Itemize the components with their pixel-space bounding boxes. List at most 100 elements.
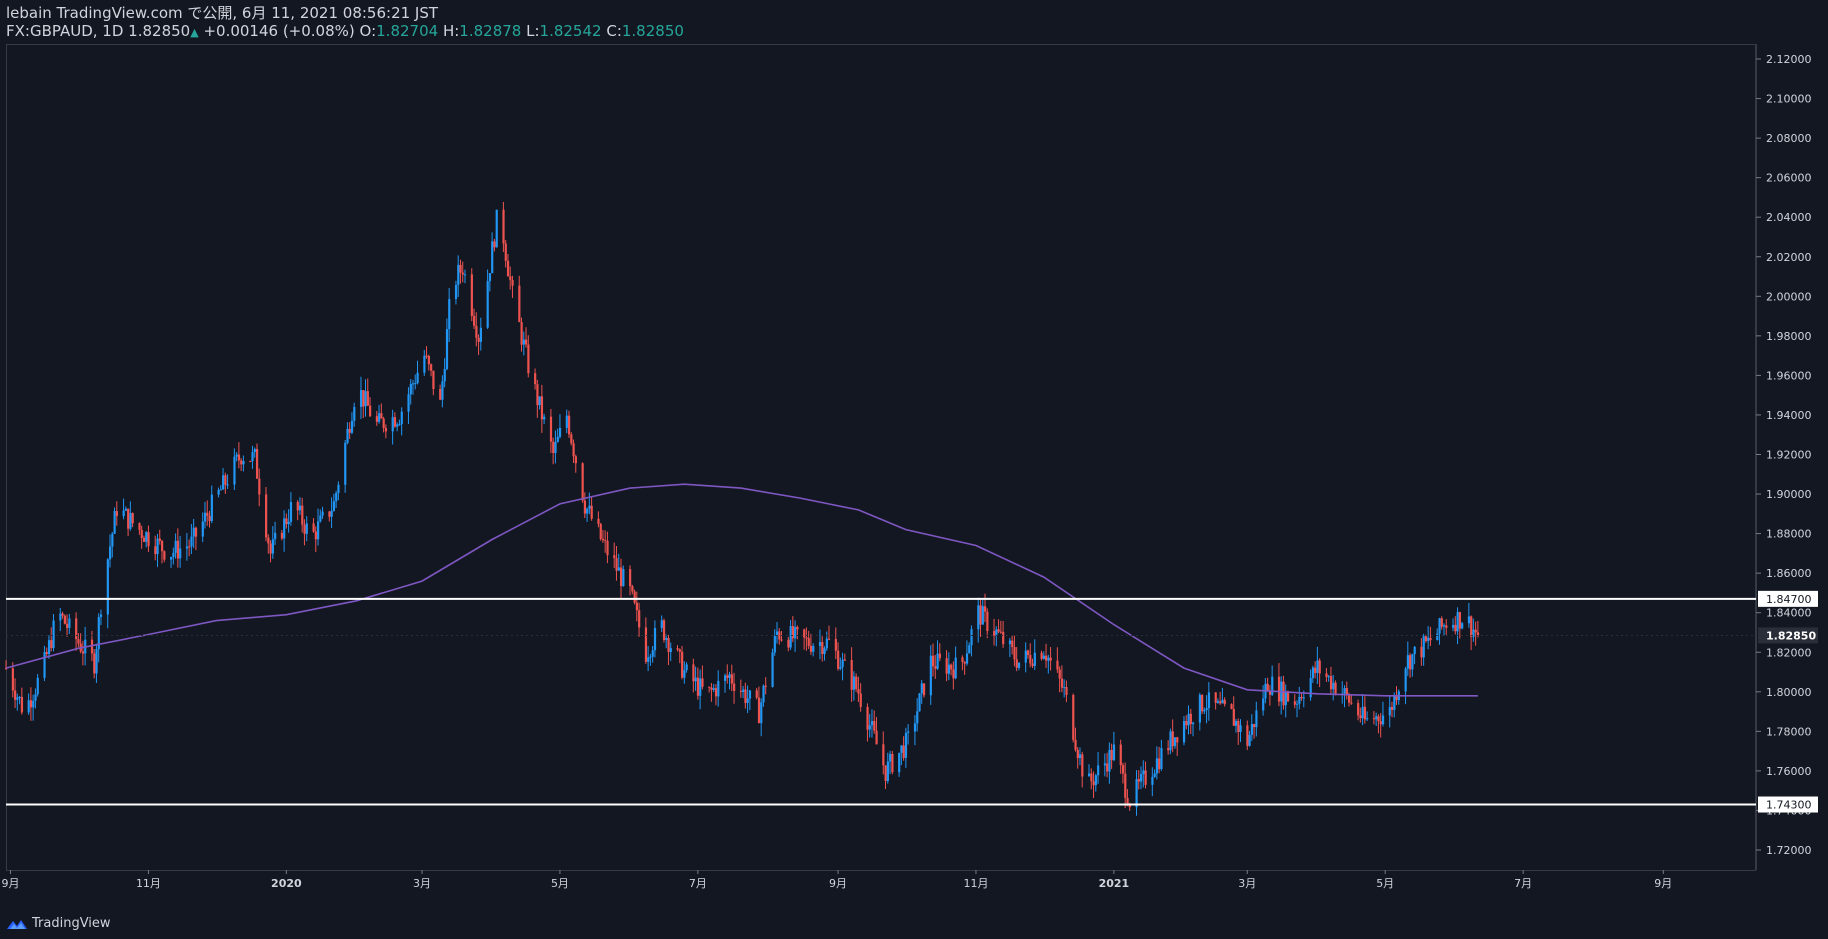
candle-body — [708, 686, 711, 688]
candle-body — [1232, 708, 1235, 726]
candle-body — [1108, 749, 1111, 772]
candle-body — [525, 339, 528, 345]
candle-body — [319, 515, 322, 522]
price-axis[interactable]: 2.12000 2.10000 2.08000 2.06000 2.04000 2.020… — [1756, 53, 1812, 857]
candle-body — [787, 639, 790, 648]
candle-body — [335, 492, 338, 502]
candle-body — [1350, 702, 1353, 704]
y-tick-label: 1.76000 — [1766, 765, 1812, 778]
candle-body — [50, 640, 53, 649]
candle-body — [1015, 659, 1018, 668]
candle-body — [886, 761, 889, 781]
candle-body — [1031, 663, 1034, 666]
candle-body — [1375, 716, 1378, 720]
candle-body — [660, 620, 663, 629]
candle-body — [950, 664, 953, 670]
y-tick-label: 2.08000 — [1766, 132, 1812, 145]
candle-body — [1124, 773, 1127, 798]
candle-body — [301, 505, 304, 525]
candle-body — [287, 521, 290, 525]
candle-body — [129, 513, 132, 529]
candle-body — [1103, 763, 1107, 766]
candle-body — [154, 546, 157, 555]
candle-body — [825, 638, 828, 649]
candle-body — [441, 381, 444, 400]
candle-body — [733, 683, 736, 691]
candle-body — [1393, 695, 1396, 710]
candle-body — [158, 538, 161, 541]
candle-body — [543, 416, 546, 420]
y-tick-label: 1.92000 — [1766, 449, 1812, 462]
candle-body — [1176, 737, 1179, 743]
candle-body — [63, 615, 66, 624]
candle-body — [411, 383, 415, 385]
candle-body — [827, 638, 831, 640]
candle-body — [43, 652, 46, 678]
candle-body — [131, 513, 134, 524]
candle-body — [382, 418, 385, 428]
candle-body — [764, 685, 767, 687]
tradingview-footer[interactable]: TradingView — [6, 916, 111, 931]
candle-body — [283, 518, 286, 539]
candle-body — [493, 241, 496, 248]
candle-body — [1040, 652, 1043, 659]
candle-body — [866, 706, 869, 730]
candle-body — [407, 394, 410, 412]
candle-body — [805, 637, 808, 639]
candle-body — [393, 417, 397, 427]
candle-body — [127, 508, 130, 529]
candle-body — [572, 443, 575, 457]
candle-body — [425, 355, 428, 357]
candle-body — [995, 629, 998, 636]
candle-body — [443, 369, 446, 382]
candle-body — [504, 243, 507, 261]
candle-body — [613, 555, 616, 559]
candle-body — [1223, 699, 1226, 705]
candle-body — [522, 339, 525, 345]
candle-body — [296, 501, 299, 511]
candle-body — [1221, 699, 1224, 704]
candle-body — [678, 649, 681, 652]
candle-body — [1357, 703, 1360, 716]
candle-body — [669, 648, 672, 652]
candle-body — [622, 569, 625, 587]
candle-body — [1060, 678, 1064, 688]
candle-body — [882, 744, 885, 766]
x-tick-label: 2021 — [1099, 877, 1130, 890]
candle-body — [1201, 694, 1204, 712]
candle-body — [1406, 655, 1410, 669]
candle-body — [36, 677, 39, 695]
candle-body — [1214, 692, 1217, 703]
candle-body — [667, 638, 670, 652]
candle-body — [588, 505, 591, 509]
candle-body — [391, 417, 394, 432]
candle-body — [570, 434, 573, 444]
candle-body — [1065, 687, 1068, 696]
candle-body — [203, 512, 207, 522]
price-chart[interactable]: 2.12000 2.10000 2.08000 2.06000 2.04000 2.020… — [0, 0, 1828, 939]
candle-body — [488, 273, 492, 282]
candle-body — [217, 489, 220, 495]
candle-body — [1296, 703, 1299, 705]
candle-body — [527, 344, 530, 374]
candle-body — [929, 655, 932, 696]
candle-body — [491, 241, 494, 274]
candle-body — [1309, 678, 1312, 698]
candle-body — [1461, 623, 1464, 629]
candle-body — [936, 653, 939, 669]
time-axis[interactable]: 9月 11月 2020 3月 5月 7月 9月 11月 2021 3月 5月 7月 9月 — [2, 870, 1673, 890]
candle-body — [1155, 758, 1159, 774]
candle-body — [898, 752, 901, 773]
candle-body — [249, 461, 252, 463]
candle-body — [61, 613, 64, 616]
candle-body — [350, 420, 354, 433]
candle-body — [201, 521, 204, 537]
candle-body — [142, 537, 146, 542]
candle-body — [1088, 773, 1091, 777]
candle-body — [818, 642, 822, 646]
candle-body — [115, 511, 118, 517]
candle-body — [427, 356, 431, 365]
horizontal-line-label: 1.74300 — [1766, 799, 1812, 812]
open-label: O: — [359, 22, 377, 40]
candle-body — [321, 511, 324, 516]
